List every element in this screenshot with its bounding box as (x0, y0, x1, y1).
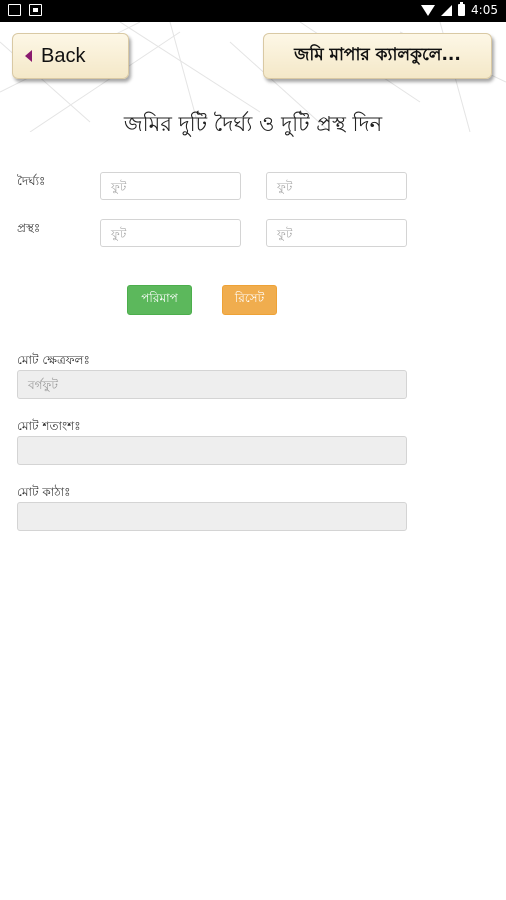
status-left-icons (8, 4, 42, 16)
length-label: দৈর্ঘ্যঃ (17, 174, 46, 188)
total-area-label: মোট ক্ষেত্রফলঃ (17, 353, 90, 367)
total-decimal-label: মোট শতাংশঃ (17, 419, 81, 433)
total-area-field[interactable]: বর্গফুট (17, 370, 407, 399)
page-heading: জমির দুটি দৈর্ঘ্য ও দুটি প্রস্থ দিন (123, 112, 383, 136)
length-input-1[interactable]: ফুট (100, 172, 241, 200)
app-title-button[interactable]: জমি মাপার ক্যালকুলে... (263, 33, 492, 79)
wifi-icon (421, 4, 436, 16)
status-bar: 4:05 (0, 0, 506, 22)
status-right-icons: 4:05 (421, 2, 498, 17)
reset-button[interactable]: রিসেট (222, 285, 277, 315)
width-input-1[interactable]: ফুট (100, 219, 241, 247)
width-input-2[interactable]: ফুট (266, 219, 407, 247)
total-katha-field[interactable] (17, 502, 407, 531)
status-time: 4:05 (471, 3, 498, 17)
notification-icon (29, 4, 42, 16)
total-katha-label: মোট কাঠাঃ (17, 485, 71, 499)
back-button-label: Back (41, 44, 86, 67)
back-button[interactable]: Back (12, 33, 129, 79)
length-input-2[interactable]: ফুট (266, 172, 407, 200)
battery-icon (458, 2, 466, 16)
width-label: প্রস্থঃ (17, 221, 41, 235)
measure-button[interactable]: পরিমাপ (127, 285, 192, 315)
cell-signal-icon (441, 4, 453, 16)
image-icon (8, 4, 21, 16)
back-arrow-icon (25, 50, 32, 62)
total-decimal-field[interactable] (17, 436, 407, 465)
